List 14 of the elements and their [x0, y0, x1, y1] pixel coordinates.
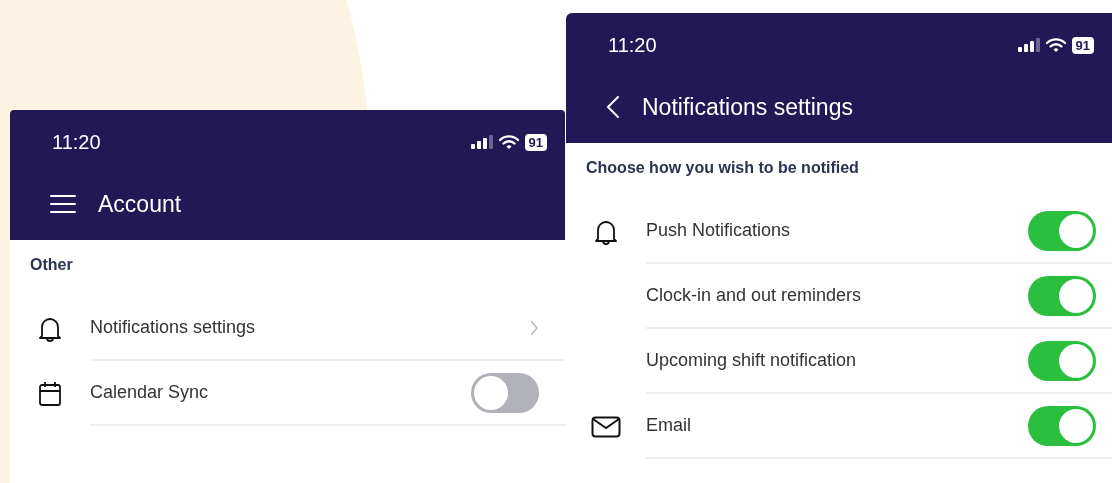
battery-level: 91 [524, 133, 547, 151]
setting-label: Notifications settings [90, 317, 256, 338]
status-time: 11:20 [52, 130, 101, 154]
section-heading: Other [29, 255, 74, 275]
screen-title: Notifications settings [642, 93, 853, 121]
status-time: 11:20 [608, 33, 657, 57]
setting-label: Upcoming shift notification [646, 350, 857, 371]
section-heading: Choose how you wish to be notified [585, 158, 860, 178]
setting-label: Calendar Sync [90, 382, 209, 403]
battery-level: 91 [1071, 36, 1094, 54]
setting-label: Email [646, 415, 691, 436]
setting-label: Clock-in and out reminders [646, 285, 862, 306]
screen-title: Account [98, 190, 182, 218]
setting-label: Push Notifications [646, 220, 791, 241]
